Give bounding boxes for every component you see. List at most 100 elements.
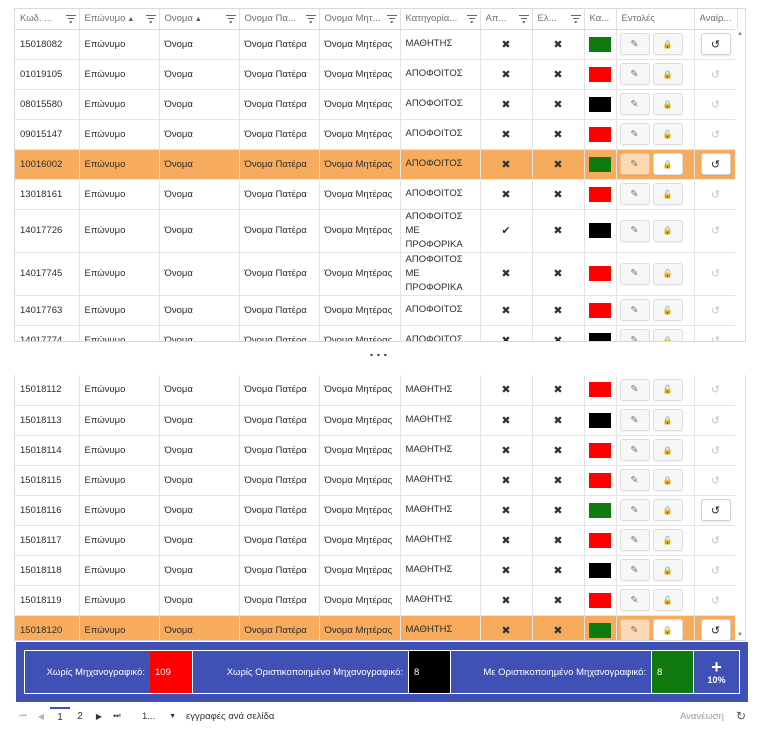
lock-toggle-button[interactable]: 🔒 [652,499,683,521]
undo-button[interactable]: ↺ [700,619,731,640]
cell-father-name: Όνομα Πατέρα [239,585,320,616]
column-header-surname[interactable]: Επώνυμο ▲ [79,9,160,30]
cell-father-name: Όνομα Πατέρα [239,252,320,296]
refresh-label[interactable]: Ανανέωση [680,711,724,722]
lock-toggle-button[interactable]: 🔒 [652,469,683,491]
next-page-icon[interactable]: ▶ [90,712,108,721]
table-row[interactable]: 15018112 Επώνυμο Όνομα Όνομα Πατέρα Όνομα Μη… [15,375,738,406]
edit-button[interactable]: ✎ [619,183,650,205]
lock-toggle-button[interactable]: 🔓 [652,183,683,205]
edit-button[interactable]: ✎ [619,63,650,85]
filter-icon[interactable] [386,14,397,23]
edit-button[interactable]: ✎ [619,153,650,175]
table-row[interactable]: 15018119 Επώνυμο Όνομα Όνομα Πατέρα Όνομα Μη… [15,585,738,616]
lock-toggle-button[interactable]: 🔒 [652,63,683,85]
lock-toggle-button[interactable]: 🔓 [652,262,683,285]
table-row[interactable]: 09015147 Επώνυμο Όνομα Όνομα Πατέρα Όνομα Μη… [15,119,738,150]
cell-commands: ✎ 🔓 [616,525,695,556]
table-row[interactable]: 15018113 Επώνυμο Όνομα Όνομα Πατέρα Όνομα Μη… [15,405,738,436]
column-header-color[interactable]: Κα... [584,9,617,30]
table-row[interactable]: 14017774 Επώνυμο Όνομα Όνομα Πατέρα Όνομα Μη… [15,325,738,341]
page-button-1[interactable]: 1 [50,706,70,726]
table-row[interactable]: 15018115 Επώνυμο Όνομα Όνομα Πατέρα Όνομα Μη… [15,465,738,496]
table-row[interactable]: 10016002 Επώνυμο Όνομα Όνομα Πατέρα Όνομα Μη… [15,149,738,180]
filter-icon[interactable] [518,14,529,23]
table-row[interactable]: 15018082 Επώνυμο Όνομα Όνομα Πατέρα Όνομα Μη… [15,29,738,60]
lock-toggle-button[interactable]: 🔒 [652,559,683,581]
edit-button[interactable]: ✎ [619,299,650,321]
page-button-2[interactable]: 2 [70,708,90,725]
vertical-scrollbar-bottom[interactable]: ▼ [735,375,745,640]
lock-toggle-button[interactable]: 🔒 [652,439,683,461]
cell-category: ΑΠΟΦΟΙΤΟΣ ΜΕ ΠΡΟΦΟΡΙΚΑ [400,209,481,253]
page-size-select[interactable]: 1... ▼ [142,711,176,722]
filter-icon[interactable] [145,14,156,23]
edit-button[interactable]: ✎ [619,93,650,115]
column-header-category[interactable]: Κατηγορία... [400,9,481,30]
lock-toggle-button[interactable]: 🔒 [652,153,683,175]
lock-toggle-button[interactable]: 🔓 [652,123,683,145]
prev-page-icon[interactable]: ◀ [32,712,50,721]
lock-toggle-button[interactable]: 🔒 [652,329,683,341]
edit-button[interactable]: ✎ [619,329,650,341]
lock-toggle-button[interactable]: 🔒 [652,409,683,431]
edit-button[interactable]: ✎ [619,499,650,521]
cell-status-color [584,209,617,253]
undo-button[interactable]: ↺ [700,499,731,521]
edit-button[interactable]: ✎ [619,529,650,551]
filter-icon[interactable] [65,14,76,23]
edit-button[interactable]: ✎ [619,123,650,145]
undo-button[interactable]: ↺ [700,33,731,55]
edit-button[interactable]: ✎ [619,589,650,611]
filter-icon[interactable] [305,14,316,23]
column-header-mother[interactable]: Όνομα Μητ... [319,9,401,30]
table-row[interactable]: 15018114 Επώνυμο Όνομα Όνομα Πατέρα Όνομα Μη… [15,435,738,466]
cell-undo: ↺ [694,325,738,341]
vertical-scrollbar[interactable]: ▲ [735,29,745,341]
last-page-icon[interactable]: ⏭ [108,711,126,721]
table-row[interactable]: 15018118 Επώνυμο Όνομα Όνομα Πατέρα Όνομα Μη… [15,555,738,586]
edit-button[interactable]: ✎ [619,262,650,285]
edit-button[interactable]: ✎ [619,469,650,491]
lock-toggle-button[interactable]: 🔒 [652,33,683,55]
table-row[interactable]: 15018117 Επώνυμο Όνομα Όνομα Πατέρα Όνομα Μη… [15,525,738,556]
column-header-name[interactable]: Όνομα ▲ [159,9,240,30]
lock-toggle-button[interactable]: 🔓 [652,299,683,321]
edit-button[interactable]: ✎ [619,219,650,242]
cell-undo: ↺ [694,435,738,466]
filter-icon[interactable] [570,14,581,23]
table-row[interactable]: 13018161 Επώνυμο Όνομα Όνομα Πατέρα Όνομα Μη… [15,179,738,210]
scroll-down-icon[interactable]: ▼ [737,632,743,638]
edit-button[interactable]: ✎ [619,619,650,640]
first-page-icon[interactable]: ⏮ [14,711,32,721]
column-header-el[interactable]: Ελ... [532,9,585,30]
cell-mother-name: Όνομα Μητέρας [319,325,401,341]
lock-toggle-button[interactable]: 🔒 [652,93,683,115]
table-row[interactable]: 14017726 Επώνυμο Όνομα Όνομα Πατέρα Όνομα Μη… [15,209,738,253]
table-row[interactable]: 14017763 Επώνυμο Όνομα Όνομα Πατέρα Όνομα Μη… [15,295,738,326]
lock-toggle-button[interactable]: 🔓 [652,529,683,551]
edit-button[interactable]: ✎ [619,559,650,581]
table-row[interactable]: 15018116 Επώνυμο Όνομα Όνομα Πατέρα Όνομα Μη… [15,495,738,526]
edit-button[interactable]: ✎ [619,33,650,55]
expand-summary-button[interactable]: + 10% [694,651,739,693]
edit-button[interactable]: ✎ [619,439,650,461]
table-row[interactable]: 15018120 Επώνυμο Όνομα Όνομα Πατέρα Όνομα Μη… [15,615,738,640]
column-header-ap[interactable]: Απ... [480,9,533,30]
edit-button[interactable]: ✎ [619,378,650,401]
undo-button[interactable]: ↺ [700,153,731,175]
scroll-up-icon[interactable]: ▲ [737,31,743,37]
filter-icon[interactable] [225,14,236,23]
edit-button[interactable]: ✎ [619,409,650,431]
table-row[interactable]: 01019105 Επώνυμο Όνομα Όνομα Πατέρα Όνομα Μη… [15,59,738,90]
column-header-father[interactable]: Όνομα Πα... [239,9,320,30]
lock-toggle-button[interactable]: 🔓 [652,378,683,401]
column-header-code[interactable]: Κωδ. ... [15,9,80,30]
table-row[interactable]: 08015580 Επώνυμο Όνομα Όνομα Πατέρα Όνομα Μη… [15,89,738,120]
lock-toggle-button[interactable]: 🔓 [652,589,683,611]
table-row[interactable]: 14017745 Επώνυμο Όνομα Όνομα Πατέρα Όνομα Μη… [15,252,738,296]
lock-toggle-button[interactable]: 🔒 [652,619,683,640]
lock-toggle-button[interactable]: 🔒 [652,219,683,242]
refresh-icon[interactable]: ↻ [736,709,746,723]
filter-icon[interactable] [466,14,477,23]
